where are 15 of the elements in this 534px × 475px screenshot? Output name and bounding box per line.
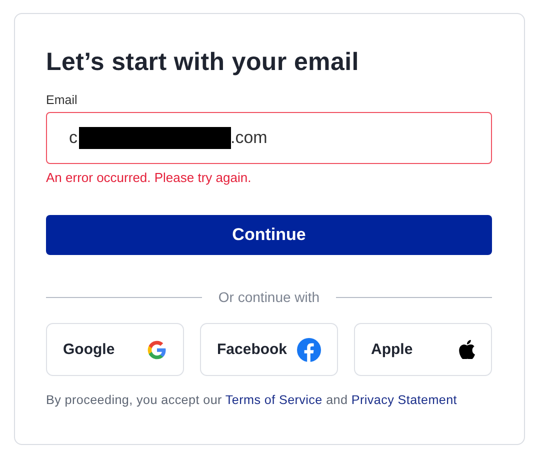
page-title: Let’s start with your email <box>46 48 360 77</box>
apple-icon <box>459 340 475 359</box>
continue-button[interactable]: Continue <box>46 215 492 255</box>
facebook-icon <box>297 338 321 362</box>
social-login-button[interactable]: Facebook <box>200 323 338 376</box>
email-field[interactable]: c .com <box>46 112 492 164</box>
social-login-button[interactable]: Google <box>46 323 184 376</box>
social-login-button[interactable]: Apple <box>354 323 492 376</box>
email-label: Email <box>46 93 78 107</box>
divider-text: Or continue with <box>218 289 320 305</box>
google-icon <box>147 340 167 360</box>
terms-link[interactable]: Terms of Service <box>225 393 322 407</box>
privacy-link[interactable]: Privacy Statement <box>351 393 457 407</box>
error-message: An error occurred. Please try again. <box>46 170 252 185</box>
terms-notice: By proceeding, you accept our Terms of Service and Privacy Statement <box>46 393 458 407</box>
